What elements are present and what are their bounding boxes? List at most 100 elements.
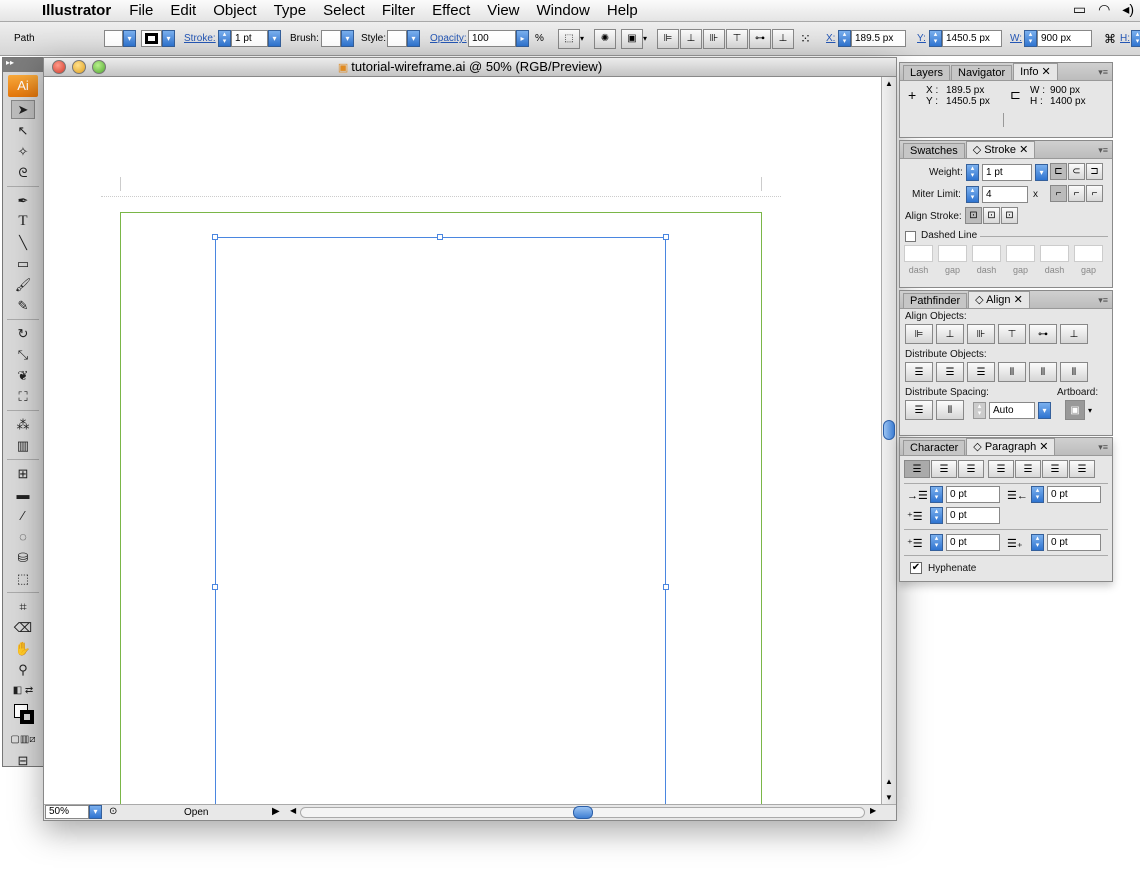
free-transform-tool-icon[interactable]: ⛶ [11, 387, 35, 406]
wifi-icon[interactable]: ◠ [1098, 1, 1110, 18]
select-similar-button[interactable]: ⬚ ▾ [558, 28, 584, 49]
distribute-top-button[interactable]: ☰ [905, 362, 933, 382]
screen-mode-icon[interactable]: ⊟ [11, 751, 35, 770]
horizontal-align-center-button[interactable]: ⊥ [936, 324, 964, 344]
menu-view[interactable]: View [487, 2, 519, 19]
dash-field-1[interactable] [904, 245, 933, 262]
space-before-input[interactable]: ▴ ▾ 0 pt [930, 534, 1000, 551]
panel-menu-icon[interactable]: ▾≡ [1098, 442, 1108, 453]
volume-icon[interactable]: ◂) [1122, 1, 1134, 18]
vertical-align-top-button[interactable]: ⊤ [998, 324, 1026, 344]
justify-last-left-button[interactable]: ☰ [988, 460, 1014, 478]
fill-stroke-swatch[interactable] [11, 702, 35, 728]
panel-menu-icon[interactable]: ▾≡ [1098, 145, 1108, 156]
x-position-field[interactable]: ▴ ▾ 189.5 px [838, 29, 906, 48]
height-field[interactable]: ▴ ▾ [1131, 29, 1140, 48]
rotate-tool-icon[interactable]: ↻ [11, 324, 35, 343]
right-indent-input[interactable]: ▴ ▾ 0 pt [1031, 486, 1101, 503]
hscroll-left-arrow[interactable]: ◀ [290, 806, 296, 815]
vertical-align-bottom-button[interactable]: ⊥ [1060, 324, 1088, 344]
stroke-swatch-dropdown[interactable]: ▾ [141, 29, 175, 48]
column-graph-tool-icon[interactable]: ▥ [11, 436, 35, 455]
vertical-scrollbar[interactable]: ▲ ▲ ▼ [881, 77, 896, 806]
color-mode-icons[interactable]: ▢▥⧄ [10, 730, 35, 749]
hscroll-right-arrow[interactable]: ▶ [870, 806, 876, 815]
magic-wand-tool-icon[interactable]: ✧ [11, 142, 35, 161]
stroke-weight-input[interactable]: ▴ ▾ 1 pt ▾ [966, 164, 1048, 181]
brush-dropdown[interactable]: ▾ [321, 29, 354, 48]
gap-field-2[interactable] [1006, 245, 1035, 262]
live-paint-bucket-tool-icon[interactable]: ⛁ [11, 548, 35, 567]
width-field[interactable]: ▴ ▾ 900 px [1024, 29, 1092, 48]
scroll-thumb[interactable] [883, 420, 895, 440]
handle-middle-right[interactable] [663, 584, 669, 590]
type-tool-icon[interactable]: T [11, 212, 35, 231]
align-center-text-button[interactable]: ☰ [931, 460, 957, 478]
tab-navigator[interactable]: Navigator [951, 65, 1013, 80]
panel-menu-icon[interactable]: ▾≡ [1098, 67, 1108, 78]
menu-file[interactable]: File [129, 2, 153, 19]
menu-effect[interactable]: Effect [432, 2, 470, 19]
justify-last-center-button[interactable]: ☰ [1015, 460, 1041, 478]
gradient-tool-icon[interactable]: ▬ [11, 485, 35, 504]
miter-limit-input[interactable]: ▴ ▾ 4 [966, 186, 1028, 203]
app-menu[interactable]: Illustrator [42, 2, 111, 19]
y-label[interactable]: Y: [917, 29, 926, 48]
stroke-weight-field[interactable]: ▴ ▾ 1 pt ▾ [218, 29, 281, 48]
menu-type[interactable]: Type [274, 2, 307, 19]
selected-rectangle[interactable] [215, 237, 666, 806]
tab-paragraph[interactable]: ◇ Paragraph ✕ [966, 438, 1056, 455]
warp-tool-icon[interactable]: ❦ [11, 366, 35, 385]
align-right-button[interactable]: ⊪ [703, 28, 725, 49]
space-after-input[interactable]: ▴ ▾ 0 pt [1031, 534, 1101, 551]
mesh-tool-icon[interactable]: ⊞ [11, 464, 35, 483]
opacity-label[interactable]: Opacity: [430, 29, 467, 48]
handle-top-right[interactable] [663, 234, 669, 240]
align-to-artboard-menu-icon[interactable]: ▾ [1088, 406, 1092, 415]
hand-tool-icon[interactable]: ✋ [11, 639, 35, 658]
horizontal-align-left-button[interactable]: ⊫ [905, 324, 933, 344]
tools-panel-header[interactable]: ▸▸ [3, 58, 43, 72]
align-to-button[interactable]: ▣ ▾ [621, 28, 647, 49]
menu-object[interactable]: Object [213, 2, 256, 19]
eraser-tool-icon[interactable]: ⌫ [11, 618, 35, 637]
align-right-text-button[interactable]: ☰ [958, 460, 984, 478]
crop-area-tool-icon[interactable]: ⌗ [11, 597, 35, 616]
cap-buttons[interactable]: ⊏ ⊂ ⊐ [1050, 163, 1103, 180]
distribute-bottom-button[interactable]: ☰ [967, 362, 995, 382]
justify-all-button[interactable]: ☰ [1069, 460, 1095, 478]
menu-window[interactable]: Window [537, 2, 590, 19]
vertical-distribute-space-button[interactable]: ☰ [905, 400, 933, 420]
pen-tool-icon[interactable]: ✒ [11, 191, 35, 210]
y-position-field[interactable]: ▴ ▾ 1450.5 px [929, 29, 1002, 48]
distribute-hcenter-button[interactable]: ⫴ [1029, 362, 1057, 382]
dash-field-3[interactable] [1040, 245, 1069, 262]
distribute-vcenter-button[interactable]: ☰ [936, 362, 964, 382]
reference-point-icon[interactable]: ⁙ [800, 29, 811, 48]
distribute-right-button[interactable]: ⫴ [1060, 362, 1088, 382]
gap-field-1[interactable] [938, 245, 967, 262]
align-middle-button[interactable]: ⊶ [749, 28, 771, 49]
rectangle-tool-icon[interactable]: ▭ [11, 254, 35, 273]
status-menu-arrow[interactable]: ▶ [272, 806, 280, 817]
gap-field-3[interactable] [1074, 245, 1103, 262]
tab-info[interactable]: Info ✕ [1013, 63, 1058, 80]
horizontal-scrollbar[interactable] [300, 806, 865, 819]
first-line-indent-input[interactable]: ▴ ▾ 0 pt [930, 507, 1000, 524]
direct-selection-tool-icon[interactable]: ↖ [11, 121, 35, 140]
handle-top-center[interactable] [437, 234, 443, 240]
handle-middle-left[interactable] [212, 584, 218, 590]
dashed-line-checkbox[interactable] [905, 231, 916, 242]
align-center-button[interactable]: ⊥ [680, 28, 702, 49]
tab-align[interactable]: ◇ Align ✕ [968, 291, 1030, 308]
align-to-artboard-button[interactable]: ▣ [1065, 400, 1085, 420]
blend-tool-icon[interactable]: ◌ [11, 527, 35, 546]
fill-swatch-dropdown[interactable]: ▾ [104, 29, 136, 48]
menu-filter[interactable]: Filter [382, 2, 415, 19]
menu-edit[interactable]: Edit [170, 2, 196, 19]
scroll-up-arrow[interactable]: ▲ [885, 79, 893, 88]
left-indent-input[interactable]: ▴ ▾ 0 pt [930, 486, 1000, 503]
join-buttons[interactable]: ⌐ ⌐ ⌐ [1050, 185, 1103, 202]
line-tool-icon[interactable]: ╲ [11, 233, 35, 252]
scale-tool-icon[interactable]: ⤡ [11, 345, 35, 364]
